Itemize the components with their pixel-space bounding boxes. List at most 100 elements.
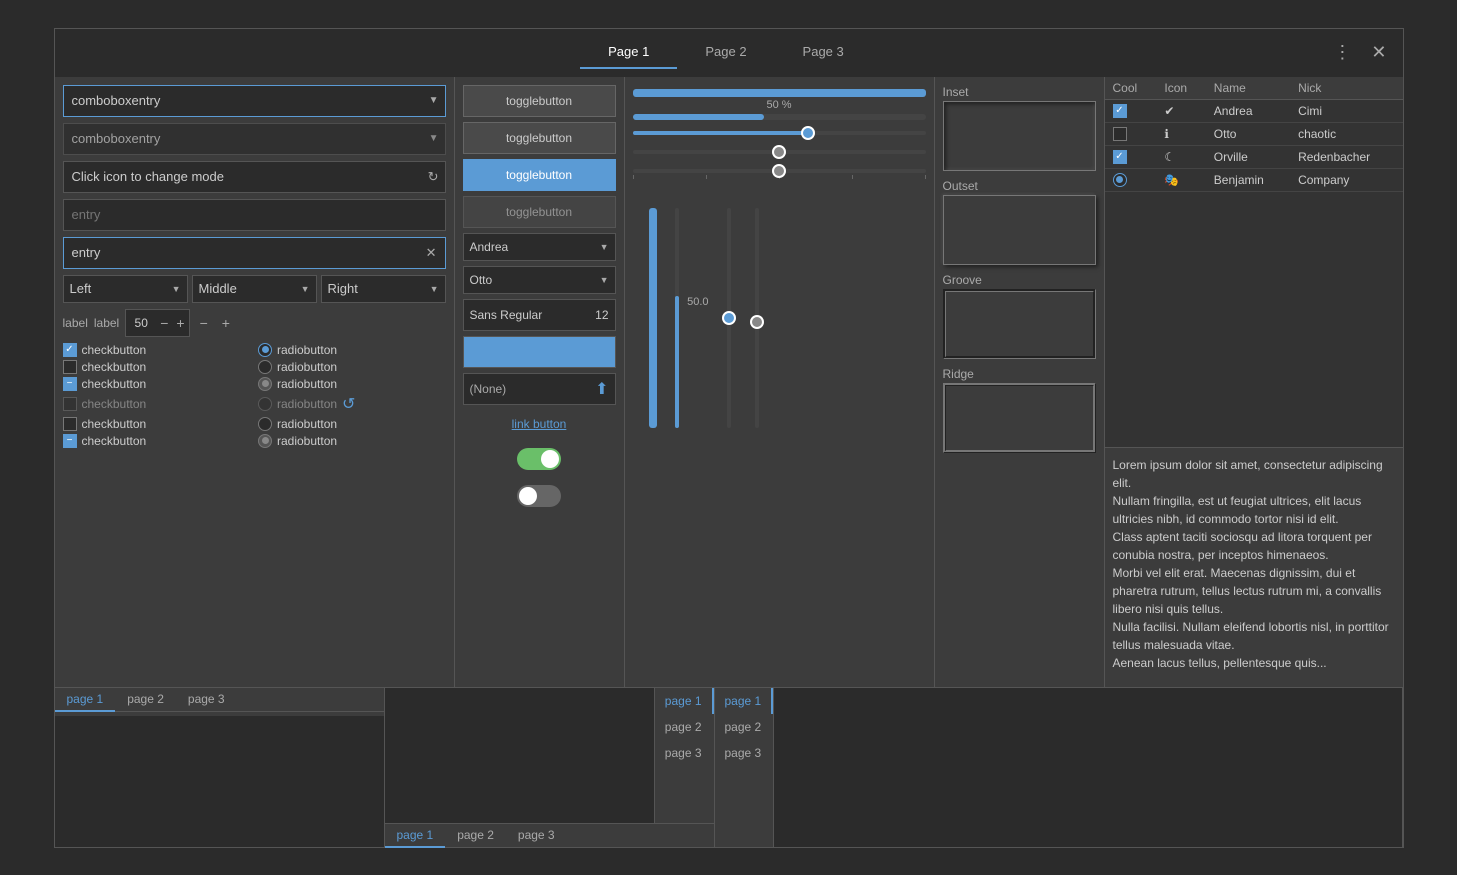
align-left-combo[interactable]: Left ▼ (63, 275, 188, 303)
radio-3[interactable]: radiobutton (258, 377, 446, 391)
combo-otto[interactable]: Otto ▼ (463, 266, 616, 294)
bottom-htab2-p3[interactable]: page 3 (506, 824, 567, 848)
toggle-switch-on[interactable] (517, 448, 561, 470)
menu-button[interactable]: ⋮ (1327, 40, 1357, 65)
combo2-input[interactable]: comboboxentry (64, 131, 423, 146)
tab-page2[interactable]: Page 2 (677, 36, 774, 69)
combo2[interactable]: comboboxentry ▼ (63, 123, 446, 155)
clear-icon[interactable]: ✕ (418, 245, 445, 261)
vslider2-track[interactable]: 50.0 (675, 208, 679, 428)
align-middle-combo[interactable]: Middle ▼ (192, 275, 317, 303)
vslider4-track[interactable] (755, 208, 759, 428)
radio-2-circle[interactable] (258, 360, 272, 374)
toggle-btn-4[interactable]: togglebutton (463, 196, 616, 228)
close-button[interactable]: ✕ (1365, 40, 1392, 65)
toggle-switch-off[interactable] (517, 485, 561, 507)
checkbox-3[interactable]: − checkbutton (63, 377, 251, 391)
row2-checkbox[interactable] (1113, 127, 1127, 141)
bottom-htab2-p2[interactable]: page 2 (445, 824, 506, 848)
radio-2[interactable]: radiobutton (258, 360, 446, 374)
radio-6-circle[interactable] (258, 434, 272, 448)
col-nick: Nick (1290, 77, 1402, 100)
spin2-increment[interactable]: + (218, 315, 234, 331)
toggle-btn-1[interactable]: togglebutton (463, 85, 616, 117)
checkbox-1[interactable]: ✓ checkbutton (63, 343, 251, 357)
hslider2-track[interactable] (633, 114, 926, 120)
bottom-vtab2-p1[interactable]: page 1 (655, 688, 714, 714)
radio-3-inner (262, 380, 269, 387)
checkbox-3-box[interactable]: − (63, 377, 77, 391)
main-window: Page 1 Page 2 Page 3 ⋮ ✕ comboboxentry ▼… (54, 28, 1404, 848)
radio-5-circle[interactable] (258, 417, 272, 431)
row4-radio[interactable] (1113, 173, 1127, 187)
hslider3-track[interactable] (633, 131, 926, 135)
titlebar-tabs: Page 1 Page 2 Page 3 (125, 36, 1328, 69)
spinbox1[interactable]: 50 − + (125, 309, 189, 337)
sliders-panel: 50 % (625, 77, 935, 687)
spin-increment[interactable]: + (172, 315, 188, 331)
font-size-label: 12 (589, 308, 609, 322)
text-content: Lorem ipsum dolor sit amet, consectetur … (1113, 456, 1395, 672)
bottom-tab1-p3[interactable]: page 3 (176, 688, 237, 712)
radio-1[interactable]: radiobutton (258, 343, 446, 357)
tab-page3[interactable]: Page 3 (775, 36, 872, 69)
toggle-switch-on-row (463, 443, 616, 475)
entry-placeholder-input[interactable] (64, 207, 445, 222)
hslider4-track[interactable] (633, 150, 926, 154)
checkbox-6-box[interactable]: − (63, 434, 77, 448)
bottom-vtab2-p2[interactable]: page 2 (655, 714, 714, 740)
link-button[interactable]: link button (512, 417, 567, 431)
combo1[interactable]: comboboxentry ▼ (63, 85, 446, 117)
row3-icon-glyph: ☾ (1164, 150, 1175, 164)
radio-6[interactable]: radiobutton (258, 434, 446, 448)
bottom-vtab-bar2: page 1 page 2 page 3 (654, 688, 714, 823)
refresh-icon[interactable]: ↻ (422, 169, 445, 185)
row2-cool (1105, 122, 1157, 145)
spin-decrement[interactable]: − (156, 315, 172, 331)
bottom-tab1-p1[interactable]: page 1 (55, 688, 116, 712)
vslider1-track[interactable] (649, 208, 657, 428)
checkbox-5[interactable]: checkbutton (63, 417, 251, 431)
bottom-vtab3-p2[interactable]: page 2 (715, 714, 774, 740)
radio-1-circle[interactable] (258, 343, 272, 357)
bottom-htab2-p1[interactable]: page 1 (385, 824, 446, 848)
row1-name: Andrea (1206, 99, 1290, 122)
upload-icon[interactable]: ⬆ (595, 379, 608, 399)
vslider3-track[interactable] (727, 208, 731, 428)
checkbox-1-box[interactable]: ✓ (63, 343, 77, 357)
spin-value: 50 (126, 316, 156, 330)
checkbox-2-box[interactable] (63, 360, 77, 374)
row1-checkbox[interactable]: ✓ (1113, 104, 1127, 118)
checkbox-5-box[interactable] (63, 417, 77, 431)
checkbox-6[interactable]: − checkbutton (63, 434, 251, 448)
hslider3-row (633, 123, 926, 139)
hslider1-track[interactable] (633, 89, 926, 97)
groove-label: Groove (943, 273, 1096, 287)
checkbox-2[interactable]: checkbutton (63, 360, 251, 374)
align-right-value: Right (328, 281, 358, 296)
align-middle-arrow: ▼ (301, 284, 310, 294)
toggle-thumb-on (541, 450, 559, 468)
hslider4-row (633, 142, 926, 158)
radio-5[interactable]: radiobutton (258, 417, 446, 431)
file-combo[interactable]: (None) ⬆ (463, 373, 616, 405)
bottom-vtab3-p1[interactable]: page 1 (715, 688, 774, 714)
row3-checkbox[interactable]: ✓ (1113, 150, 1127, 164)
toggle-btn-3[interactable]: togglebutton (463, 159, 616, 191)
color-swatch[interactable] (463, 336, 616, 368)
bottom-tab1-p2[interactable]: page 2 (115, 688, 176, 712)
combo1-input[interactable]: comboboxentry (64, 93, 423, 108)
entry-value-input[interactable]: entry (64, 245, 418, 260)
outset-box (943, 195, 1096, 265)
bottom-vtab2-p3[interactable]: page 3 (655, 740, 714, 766)
col-cool: Cool (1105, 77, 1157, 100)
tab-page1[interactable]: Page 1 (580, 36, 677, 69)
spin2-decrement[interactable]: − (196, 315, 212, 331)
combo-andrea[interactable]: Andrea ▼ (463, 233, 616, 261)
radio-3-circle[interactable] (258, 377, 272, 391)
hslider5-track[interactable] (633, 169, 926, 173)
align-right-combo[interactable]: Right ▼ (321, 275, 446, 303)
toggle-btn-2[interactable]: togglebutton (463, 122, 616, 154)
entry-mode-input[interactable]: Click icon to change mode (64, 169, 422, 184)
bottom-vtab3-p3[interactable]: page 3 (715, 740, 774, 766)
